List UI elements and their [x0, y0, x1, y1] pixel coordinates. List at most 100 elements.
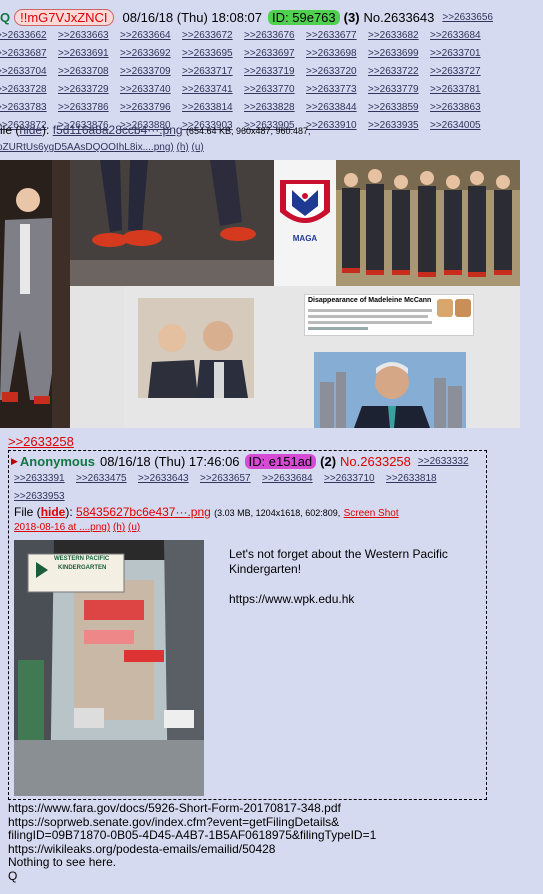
quoted-file-info: File (hide): 58435627bc6e437···.png (3.0…: [14, 505, 399, 519]
reply-link[interactable]: >>2633657: [200, 471, 262, 487]
reply-link[interactable]: >>2633935: [368, 118, 430, 134]
reply-link[interactable]: >>2633699: [368, 46, 430, 62]
backlink[interactable]: >>2633656: [442, 12, 493, 23]
quoted-poster-id-badge[interactable]: ID: e151ad: [244, 454, 317, 469]
reply-link[interactable]: >>2633727: [430, 64, 492, 80]
reply-link[interactable]: >>2633692: [120, 46, 182, 62]
reply-link[interactable]: >>2633475: [76, 471, 138, 487]
reply-link[interactable]: >>2633643: [138, 471, 200, 487]
quoted-post-link[interactable]: >>2633258: [8, 434, 74, 449]
quoted-file-info-line2: 2018-08-16 at ....png) (h) (u): [14, 522, 140, 533]
file-name-link[interactable]: f5d116a8a28ccb4···.png: [53, 123, 183, 137]
reply-link[interactable]: >>2633728: [0, 82, 58, 98]
reply-link[interactable]: >>2633676: [244, 28, 306, 44]
collage-image[interactable]: MAGA Disappearance of Madeleine McCann: [0, 160, 520, 428]
reply-link[interactable]: >>2633844: [306, 100, 368, 116]
reply-link[interactable]: >>2633701: [430, 46, 492, 62]
reply-link[interactable]: >>2633708: [58, 64, 120, 80]
group-photo: [336, 160, 520, 294]
reply-link[interactable]: >>2633953: [14, 489, 76, 505]
reply-link[interactable]: >>2633391: [14, 471, 76, 487]
reply-link[interactable]: >>2633859: [368, 100, 430, 116]
quoted-backlink[interactable]: >>2633332: [418, 456, 469, 467]
quoted-file-label: File: [14, 505, 34, 519]
reply-link[interactable]: >>2633779: [368, 82, 430, 98]
message-line-3[interactable]: filingID=09B71870-0B05-4D45-A4B7-1B5AF06…: [8, 828, 538, 843]
reply-link[interactable]: >>2633729: [58, 82, 120, 98]
message-line-4[interactable]: https://wikileaks.org/podesta-emails/ema…: [8, 842, 538, 857]
poster-name: Q: [0, 9, 11, 25]
reply-link[interactable]: >>2633818: [386, 471, 448, 487]
street-photo[interactable]: WESTERN PACIFIC KINDERGARTEN: [14, 540, 204, 796]
quoted-file-u-link[interactable]: (u): [128, 522, 140, 533]
quoted-post: ▶ Anonymous 08/16/18 (Thu) 17:46:06 ID: …: [8, 450, 487, 800]
reply-link[interactable]: >>2633828: [244, 100, 306, 116]
quoted-file-meta: (3.03 MB, 1204x1618, 602:809,: [214, 508, 341, 518]
quoted-original-filename-link[interactable]: 2018-08-16 at ....png): [14, 522, 110, 533]
file-u-link[interactable]: (u): [192, 142, 204, 153]
reply-link[interactable]: >>2633910: [306, 118, 368, 134]
maga-logo: MAGA: [274, 160, 336, 286]
quoted-file-name-link[interactable]: 58435627bc6e437···.png: [76, 505, 211, 519]
quoted-post-datetime: 08/16/18 (Thu) 17:46:06: [100, 454, 240, 469]
reply-link[interactable]: >>2633682: [368, 28, 430, 44]
quoted-screen-shot-link[interactable]: Screen Shot: [344, 508, 399, 519]
message-line-5: Nothing to see here.: [8, 855, 117, 869]
poster-id-badge[interactable]: ID: 59e763: [268, 9, 340, 25]
reply-link[interactable]: >>2633672: [182, 28, 244, 44]
reply-link[interactable]: >>2633684: [430, 28, 492, 44]
reply-link[interactable]: >>2633684: [262, 471, 324, 487]
reply-link[interactable]: >>2633664: [120, 28, 182, 44]
reply-link[interactable]: >>2633662: [0, 28, 58, 44]
message-line-2[interactable]: https://soprweb.senate.gov/index.cfm?eve…: [8, 815, 538, 830]
reply-link[interactable]: >>2633722: [368, 64, 430, 80]
reply-link[interactable]: >>2633677: [306, 28, 368, 44]
file-h-link[interactable]: (h): [177, 142, 189, 153]
article-title: Disappearance of Madeleine McCann: [308, 297, 432, 304]
reply-link[interactable]: >>2633663: [58, 28, 120, 44]
reply-link[interactable]: >>2633717: [182, 64, 244, 80]
quoted-post-message: Let's not forget about the Western Pacif…: [229, 547, 469, 622]
reply-link[interactable]: >>2633719: [244, 64, 306, 80]
sign-text-1: WESTERN PACIFIC: [54, 556, 110, 562]
man-at-night-photo: [0, 160, 70, 428]
quoted-reply-links-list: >>2633391 >>2633475 >>2633643 >>2633657 >>26…: [14, 469, 484, 505]
post-number-link[interactable]: No.2633643: [364, 10, 435, 25]
reply-link[interactable]: >>2633773: [306, 82, 368, 98]
quoted-hide-link[interactable]: hide: [41, 505, 66, 519]
tripcode: !!mG7VJxZNCI: [14, 8, 114, 26]
reply-link[interactable]: >>2633781: [430, 82, 492, 98]
reply-link[interactable]: >>2633698: [306, 46, 368, 62]
reply-link[interactable]: >>2633710: [324, 471, 386, 487]
reply-link[interactable]: >>2633814: [182, 100, 244, 116]
message-line-1[interactable]: https://www.fara.gov/docs/5926-Short-For…: [8, 801, 538, 816]
reply-link[interactable]: >>2633695: [182, 46, 244, 62]
reply-link[interactable]: >>2633740: [120, 82, 182, 98]
reply-link[interactable]: >>2633770: [244, 82, 306, 98]
original-filename-link[interactable]: oZURtUs6ygD5AAsDQOOIhL8ix....png): [0, 142, 174, 153]
reply-link[interactable]: >>2633863: [430, 100, 492, 116]
post-header: Q !!mG7VJxZNCI 08/16/18 (Thu) 18:08:07 I…: [0, 7, 493, 27]
reply-link[interactable]: >>2633786: [58, 100, 120, 116]
reply-link[interactable]: >>2633709: [120, 64, 182, 80]
hide-link[interactable]: hide: [19, 123, 42, 137]
quoted-file-h-link[interactable]: (h): [113, 522, 125, 533]
message-signature: Q: [8, 868, 18, 883]
reply-link[interactable]: >>2633687: [0, 46, 58, 62]
triangle-icon[interactable]: ▶: [11, 456, 18, 467]
file-info-line2: oZURtUs6ygD5AAsDQOOIhL8ix....png) (h) (u…: [0, 142, 204, 153]
file-label: ile: [0, 123, 13, 137]
two-men-photo: [138, 298, 254, 398]
reply-link[interactable]: >>2633741: [182, 82, 244, 98]
reply-link[interactable]: >>2633783: [0, 100, 58, 116]
message-link[interactable]: https://www.wpk.edu.hk: [229, 592, 469, 607]
post-message: https://www.fara.gov/docs/5926-Short-For…: [8, 801, 538, 883]
poster-post-count: (3): [343, 9, 360, 25]
reply-link[interactable]: >>2633720: [306, 64, 368, 80]
reply-link[interactable]: >>2633691: [58, 46, 120, 62]
quoted-post-number-link[interactable]: No.2633258: [340, 454, 411, 469]
reply-link[interactable]: >>2633697: [244, 46, 306, 62]
reply-link[interactable]: >>2634005: [430, 118, 492, 134]
reply-link[interactable]: >>2633704: [0, 64, 58, 80]
reply-link[interactable]: >>2633796: [120, 100, 182, 116]
